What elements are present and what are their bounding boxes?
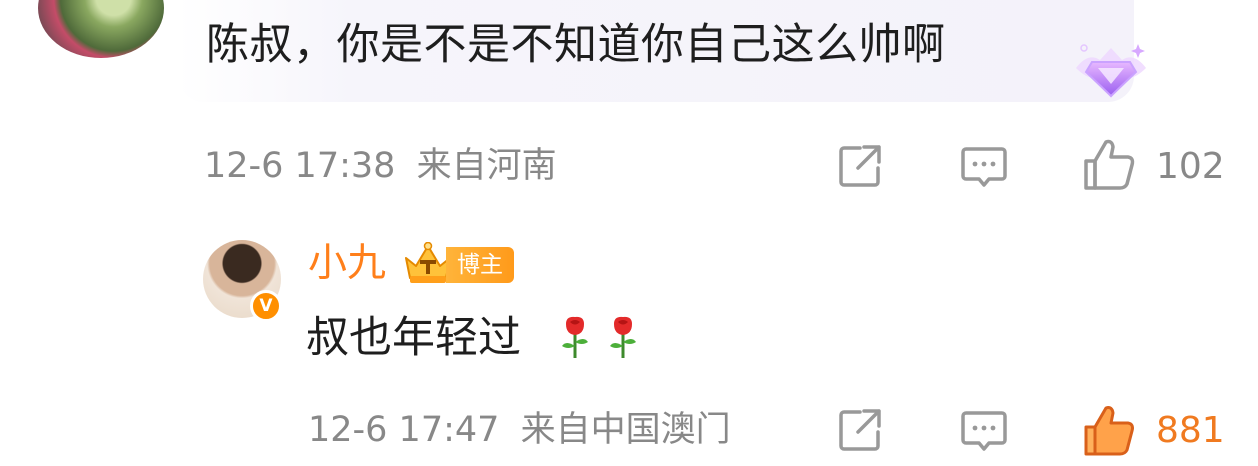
diamond-badge-icon — [1076, 44, 1146, 98]
username[interactable]: 小九 — [308, 238, 386, 290]
comment-text: 陈叔，你是不是不知道你自己这么帅啊 — [206, 20, 946, 70]
reply-location: 来自中国澳门 — [520, 410, 731, 450]
comment-location: 来自河南 — [416, 146, 557, 186]
like-icon[interactable] — [1080, 402, 1138, 460]
reply-text: 叔也年轻过 — [306, 313, 521, 363]
rose-emoji-icon — [610, 316, 636, 358]
reply-meta: 12-6 17:47 来自中国澳门 — [308, 410, 731, 450]
share-icon[interactable] — [834, 140, 886, 192]
comment-meta: 12-6 17:38 来自河南 — [204, 146, 557, 186]
rose-emoji-icon — [562, 316, 588, 358]
like-icon[interactable] — [1080, 136, 1138, 194]
blogger-tag: 博主 — [446, 247, 514, 283]
reply-time: 12-6 17:47 — [308, 410, 500, 450]
commenter-avatar[interactable] — [38, 0, 164, 58]
share-icon[interactable] — [834, 404, 886, 456]
comment-icon[interactable] — [958, 140, 1010, 192]
like-count: 102 — [1156, 146, 1225, 187]
verified-badge: V — [250, 290, 282, 322]
like-count: 881 — [1156, 410, 1225, 451]
comment-icon[interactable] — [958, 404, 1010, 456]
comment-time: 12-6 17:38 — [204, 146, 396, 186]
